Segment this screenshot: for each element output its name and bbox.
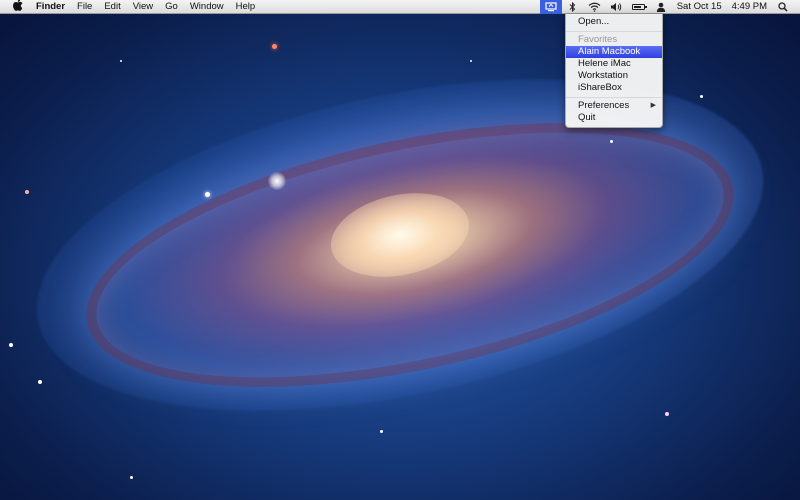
menu-separator — [566, 30, 662, 32]
menu-edit[interactable]: Edit — [98, 0, 126, 14]
wifi-icon[interactable] — [584, 0, 606, 14]
menu-file[interactable]: File — [71, 0, 98, 14]
menu-go[interactable]: Go — [159, 0, 184, 14]
menu-item-quit[interactable]: Quit — [566, 112, 662, 124]
ishare-menu-icon[interactable] — [539, 0, 562, 14]
menu-view[interactable]: View — [127, 0, 159, 14]
submenu-arrow-icon: ▶ — [650, 102, 656, 109]
user-icon[interactable] — [650, 0, 672, 14]
menu-separator — [566, 96, 662, 98]
menu-window[interactable]: Window — [184, 0, 230, 14]
clock-date[interactable]: Sat Oct 15 — [672, 0, 727, 14]
battery-gauge — [632, 4, 648, 10]
menu-item-open[interactable]: Open... — [566, 16, 662, 28]
wallpaper-star — [130, 476, 133, 479]
menu-finder[interactable]: Finder — [34, 0, 71, 14]
wallpaper-star — [470, 60, 472, 62]
wallpaper-star — [38, 380, 42, 384]
wallpaper-star — [380, 430, 383, 433]
wallpaper-star — [25, 190, 29, 194]
favorites-header: Favorites — [578, 34, 618, 45]
wallpaper-star — [272, 44, 277, 49]
menu-help[interactable]: Help — [230, 0, 262, 14]
wallpaper-star — [268, 172, 286, 190]
battery-fill — [634, 6, 642, 8]
menu-item-preferences[interactable]: Preferences ▶ — [566, 100, 662, 112]
battery-icon[interactable] — [628, 0, 650, 14]
clock-time[interactable]: 4:49 PM — [727, 0, 772, 14]
bluetooth-icon[interactable] — [562, 0, 584, 14]
volume-icon[interactable] — [606, 0, 628, 14]
favorite-isharebox[interactable]: iShareBox — [566, 82, 662, 94]
wallpaper-star — [205, 192, 210, 197]
wallpaper-star — [665, 412, 669, 416]
wallpaper-star — [610, 140, 613, 143]
favorite-workstation[interactable]: Workstation — [566, 70, 662, 82]
ishare-dropdown-menu: Open... Favorites Alain Macbook Helene i… — [565, 14, 663, 128]
spotlight-icon[interactable] — [772, 0, 794, 14]
desktop: Finder File Edit View Go Window Help Sat… — [0, 0, 800, 500]
favorite-helene-imac[interactable]: Helene iMac — [566, 58, 662, 70]
wallpaper-star — [700, 95, 703, 98]
preferences-label: Preferences — [578, 100, 630, 111]
menu-bar: Finder File Edit View Go Window Help Sat… — [0, 0, 800, 14]
apple-menu-icon[interactable] — [11, 0, 24, 15]
wallpaper-star — [9, 343, 13, 347]
status-area: Sat Oct 15 4:49 PM — [539, 0, 800, 14]
wallpaper-star — [120, 60, 122, 62]
favorite-alain-macbook[interactable]: Alain Macbook — [566, 46, 662, 58]
